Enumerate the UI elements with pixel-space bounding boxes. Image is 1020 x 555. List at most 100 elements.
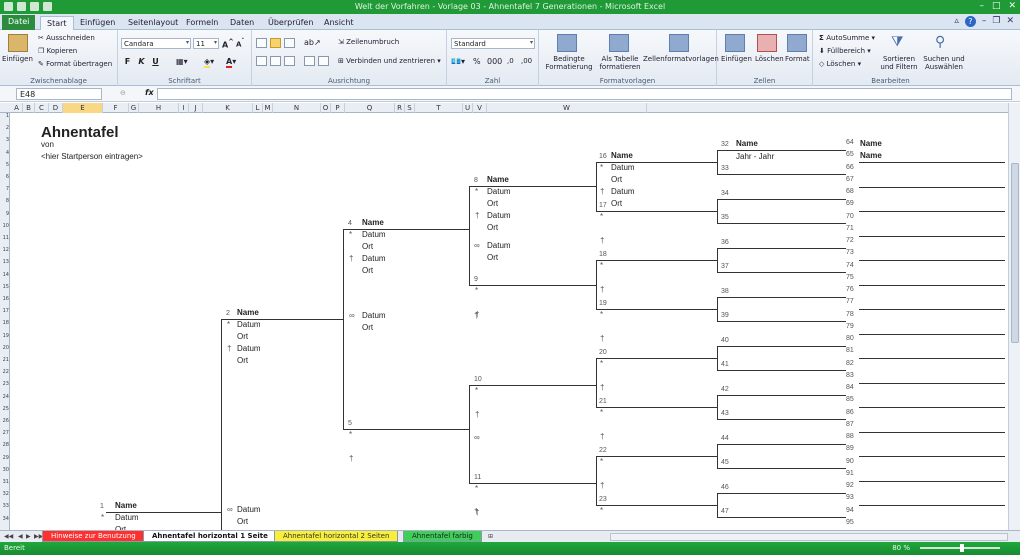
increase-indent-button[interactable] <box>318 56 329 66</box>
marriage-date[interactable]: Datum <box>487 241 511 250</box>
font-size-select[interactable]: 11 ▾ <box>193 38 219 49</box>
orientation-button[interactable]: ab↗ <box>304 38 321 47</box>
italic-button[interactable]: K <box>136 56 147 67</box>
marriage-place[interactable]: Ort <box>487 253 498 262</box>
row-header[interactable]: 19 <box>0 333 9 339</box>
merge-center-button[interactable]: ⊞ Verbinden und zentrieren ▾ <box>338 57 441 65</box>
birth-date[interactable]: Datum <box>611 163 635 172</box>
tab-ueberpruefen[interactable]: Überprüfen <box>262 16 319 30</box>
column-header[interactable]: V <box>473 103 487 113</box>
row-header[interactable]: 34 <box>0 516 9 522</box>
border-button[interactable]: ▦▾ <box>176 57 188 66</box>
wrap-text-button[interactable]: ⇲ Zeilenumbruch <box>338 38 399 46</box>
tab-daten[interactable]: Daten <box>224 16 260 30</box>
row-header[interactable]: 26 <box>0 418 9 424</box>
row-header[interactable]: 2 <box>0 125 9 131</box>
person-name[interactable]: Name <box>860 151 882 160</box>
maximize-icon[interactable]: □ <box>992 1 1001 11</box>
marriage-place[interactable]: Ort <box>237 517 248 526</box>
column-header[interactable]: L <box>253 103 263 113</box>
insert-function-icon[interactable]: fx <box>145 88 154 97</box>
format-painter-button[interactable]: ✎ Format übertragen <box>38 60 112 68</box>
row-header[interactable]: 11 <box>0 235 9 241</box>
sheet-tab-farbig[interactable]: Ahnentafel farbig <box>403 531 482 542</box>
scroll-thumb[interactable] <box>1011 163 1019 343</box>
column-header[interactable]: W <box>487 103 647 113</box>
align-middle-button[interactable] <box>270 38 281 48</box>
column-header[interactable]: T <box>415 103 463 113</box>
row-header[interactable]: 14 <box>0 272 9 278</box>
autosum-button[interactable]: Σ AutoSumme ▾ <box>819 34 875 42</box>
tab-datei[interactable]: Datei <box>2 15 36 30</box>
number-format-select[interactable]: Standard ▾ <box>451 38 535 49</box>
sheet-tab-horizontal-1[interactable]: Ahnentafel horizontal 1 Seite <box>143 531 277 542</box>
row-header[interactable]: 1 <box>0 113 9 119</box>
life-years[interactable]: Jahr - Jahr <box>736 152 774 161</box>
percent-button[interactable]: % <box>473 57 481 66</box>
cell-styles-button[interactable]: Zellenformatvorlagen <box>643 55 719 63</box>
align-top-button[interactable] <box>256 38 267 48</box>
column-header[interactable]: D <box>49 103 63 113</box>
tab-formeln[interactable]: Formeln <box>180 16 224 30</box>
person-name[interactable]: Name <box>736 139 758 148</box>
person-name[interactable]: Name <box>115 501 137 510</box>
column-header[interactable]: B <box>23 103 35 113</box>
shrink-font-button[interactable]: Aˇ <box>236 39 244 48</box>
tab-seitenlayout[interactable]: Seitenlayout <box>122 16 184 30</box>
row-header[interactable]: 4 <box>0 150 9 156</box>
birth-date[interactable]: Datum <box>115 513 139 522</box>
row-header[interactable]: 6 <box>0 174 9 180</box>
sort-filter-button[interactable]: Sortieren und Filtern <box>877 55 921 71</box>
person-name[interactable]: Name <box>237 308 259 317</box>
row-header[interactable]: 31 <box>0 479 9 485</box>
vertical-scrollbar[interactable] <box>1008 103 1020 530</box>
row-header[interactable]: 22 <box>0 369 9 375</box>
thousands-button[interactable]: 000 <box>487 57 502 66</box>
birth-date[interactable]: Datum <box>487 187 511 196</box>
close-icon[interactable]: ✕ <box>1006 16 1014 27</box>
row-header[interactable]: 10 <box>0 223 9 229</box>
column-header[interactable]: R <box>395 103 405 113</box>
row-header[interactable]: 17 <box>0 308 9 314</box>
person-name[interactable]: Name <box>611 151 633 160</box>
decrease-indent-button[interactable] <box>304 56 315 66</box>
row-header[interactable]: 5 <box>0 162 9 168</box>
conditional-format-button[interactable]: Bedingte Formatierung <box>542 55 596 71</box>
restore-icon[interactable]: ❐ <box>992 16 1000 27</box>
birth-date[interactable]: Datum <box>237 320 261 329</box>
start-person-hint[interactable]: <hier Startperson eintragen> <box>41 152 143 161</box>
minimize-icon[interactable]: – <box>982 16 987 27</box>
row-header[interactable]: 9 <box>0 211 9 217</box>
column-header[interactable]: I <box>179 103 189 113</box>
column-header[interactable]: H <box>139 103 179 113</box>
minimize-icon[interactable]: – <box>979 1 984 11</box>
birth-place[interactable]: Ort <box>237 332 248 341</box>
name-box[interactable]: E48 <box>16 88 102 100</box>
row-header[interactable]: 7 <box>0 186 9 192</box>
birth-date[interactable]: Datum <box>362 230 386 239</box>
find-select-button[interactable]: Suchen und Auswählen <box>921 55 967 71</box>
close-icon[interactable]: ✕ <box>1008 1 1016 11</box>
column-header[interactable]: U <box>463 103 473 113</box>
decrease-decimal-button[interactable]: ,00 <box>521 57 532 65</box>
death-date[interactable]: Datum <box>237 344 261 353</box>
grow-font-button[interactable]: A^ <box>222 38 234 50</box>
row-header[interactable]: 33 <box>0 503 9 509</box>
font-color-button[interactable]: A▾ <box>226 57 236 68</box>
clear-button[interactable]: ◇ Löschen ▾ <box>819 60 861 68</box>
row-header[interactable]: 15 <box>0 284 9 290</box>
cut-button[interactable]: ✂ Ausschneiden <box>38 34 95 42</box>
death-date[interactable]: Datum <box>487 211 511 220</box>
birth-place[interactable]: Ort <box>362 242 373 251</box>
row-header[interactable]: 8 <box>0 198 9 204</box>
next-sheet-icon[interactable]: ▶ <box>26 533 31 540</box>
row-header[interactable]: 23 <box>0 381 9 387</box>
insert-cells-button[interactable]: Einfügen <box>721 55 752 63</box>
column-header[interactable]: K <box>203 103 253 113</box>
death-place[interactable]: Ort <box>362 266 373 275</box>
zoom-slider-knob[interactable] <box>960 544 964 552</box>
row-header[interactable]: 29 <box>0 455 9 461</box>
row-header[interactable]: 24 <box>0 394 9 400</box>
currency-button[interactable]: 💶▾ <box>451 57 465 66</box>
underline-button[interactable]: U <box>150 56 161 67</box>
